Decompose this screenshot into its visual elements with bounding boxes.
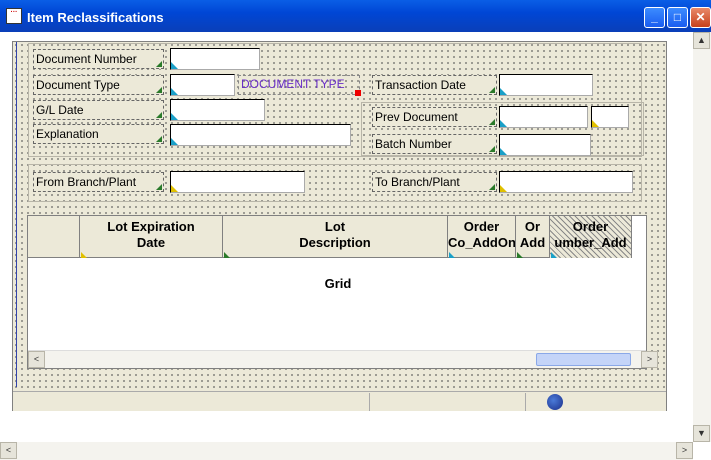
document-type-description: DOCUMENT TYPE — [238, 75, 361, 96]
document-type-label: Document Type — [33, 75, 164, 95]
scroll-down-button[interactable]: ▼ — [693, 425, 710, 442]
window-scroll-left-button[interactable]: < — [0, 442, 17, 459]
detail-grid[interactable]: Lot Expiration Date Lot Description Orde… — [27, 215, 658, 369]
to-branch-label-text: To Branch/Plant — [375, 175, 460, 189]
from-branch-label-text: From Branch/Plant — [36, 175, 137, 189]
form-body: Document Number Document Type DOCUMENT T… — [16, 42, 664, 387]
prev-document-label-text: Prev Document — [375, 110, 458, 124]
grid-scroll-left-button[interactable]: < — [28, 351, 45, 368]
document-type-field[interactable] — [170, 74, 235, 96]
grid-column-lot-description[interactable]: Lot Description — [223, 216, 448, 258]
grid-column-order-type[interactable]: Or Add — [516, 216, 550, 258]
globe-icon — [547, 394, 563, 410]
window-scroll-right-button[interactable]: > — [676, 442, 693, 459]
col3-line2: Co_AddOn — [448, 235, 516, 250]
from-branch-label: From Branch/Plant — [33, 172, 164, 192]
grid-column-lot-expiration-date[interactable]: Lot Expiration Date — [80, 216, 223, 258]
document-type-label-text: Document Type — [36, 78, 120, 92]
prev-document-type-field[interactable] — [591, 106, 629, 128]
col3-line1: Order — [463, 219, 500, 234]
col4-line1: Or — [524, 219, 541, 234]
col5-line1: Order — [572, 219, 609, 234]
grid-placeholder-label: Grid — [324, 276, 352, 291]
close-button[interactable]: ✕ — [690, 7, 711, 28]
window-horizontal-scrollbar[interactable]: < > — [0, 442, 693, 460]
client-area: Document Number Document Type DOCUMENT T… — [0, 32, 711, 460]
document-type-value: DOCUMENT TYPE — [241, 77, 345, 91]
grid-header: Lot Expiration Date Lot Description Orde… — [28, 216, 632, 258]
title-bar: ··· Item Reclassifications _ □ ✕ — [0, 0, 711, 32]
window-title: Item Reclassifications — [27, 10, 164, 25]
maximize-button[interactable]: □ — [667, 7, 688, 28]
grid-column-order-co[interactable]: Order Co_AddOn — [448, 216, 516, 258]
design-form: Document Number Document Type DOCUMENT T… — [12, 41, 667, 411]
col1-line1: Lot Expiration — [107, 219, 195, 234]
document-number-label-text: Document Number — [36, 52, 137, 66]
batch-number-label-text: Batch Number — [375, 137, 452, 151]
transaction-date-label: Transaction Date — [372, 75, 497, 95]
transaction-date-label-text: Transaction Date — [375, 78, 466, 92]
document-number-field[interactable] — [170, 48, 260, 70]
status-divider — [369, 393, 370, 411]
batch-number-field[interactable] — [499, 134, 591, 156]
col1-line2: Date — [136, 235, 166, 250]
explanation-label-text: Explanation — [36, 127, 99, 141]
transaction-date-field[interactable] — [499, 74, 593, 96]
prev-document-label: Prev Document — [372, 107, 497, 127]
grid-horizontal-scrollbar[interactable]: < > — [28, 350, 658, 368]
grid-scroll-right-button[interactable]: > — [641, 351, 658, 368]
document-number-label: Document Number — [33, 49, 164, 69]
grid-scroll-thumb[interactable] — [536, 353, 631, 366]
app-icon[interactable]: ··· — [6, 8, 22, 24]
col2-line2: Description — [299, 235, 371, 250]
grid-column-order-number[interactable]: Order umber_Add — [550, 216, 632, 258]
window-vertical-scrollbar[interactable]: ▲ ▼ — [693, 32, 711, 442]
grid-column-row-header[interactable] — [28, 216, 80, 258]
gl-date-label: G/L Date — [33, 100, 164, 120]
status-divider — [525, 393, 526, 411]
prev-document-field[interactable] — [499, 106, 588, 128]
status-bar — [13, 391, 666, 411]
to-branch-field[interactable] — [499, 171, 633, 193]
explanation-label: Explanation — [33, 124, 164, 144]
minimize-button[interactable]: _ — [644, 7, 665, 28]
from-branch-field[interactable] — [170, 171, 305, 193]
gl-date-label-text: G/L Date — [36, 103, 84, 117]
explanation-field[interactable] — [170, 124, 351, 146]
gl-date-field[interactable] — [170, 99, 265, 121]
to-branch-label: To Branch/Plant — [372, 172, 497, 192]
col2-line1: Lot — [324, 219, 346, 234]
col4-line2: Add — [519, 235, 546, 250]
scroll-up-button[interactable]: ▲ — [693, 32, 710, 49]
batch-number-label: Batch Number — [372, 134, 497, 154]
col5-line2: umber_Add — [554, 235, 627, 250]
